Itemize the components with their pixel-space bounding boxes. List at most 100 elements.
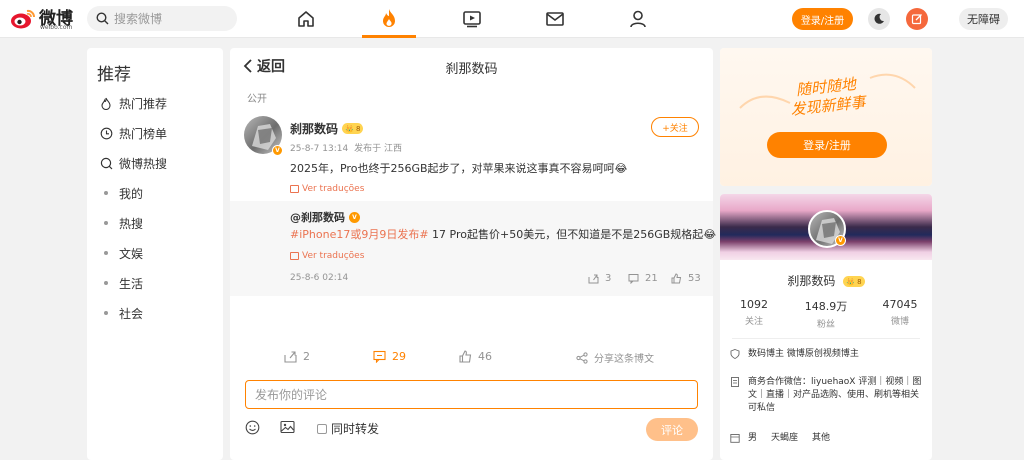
like-count: 46	[478, 350, 492, 363]
calendar-icon	[730, 433, 740, 443]
checkbox[interactable]	[317, 423, 327, 434]
hashtag-link[interactable]: #iPhone17或9月9日发布#	[290, 228, 429, 241]
stat-label: 粉丝	[816, 320, 835, 330]
image-upload-icon[interactable]	[280, 420, 295, 434]
logo-domain: weibo.com	[40, 24, 73, 31]
compose-edit-icon[interactable]	[906, 8, 928, 30]
repost-count: 2	[303, 350, 310, 363]
search-input[interactable]: 搜索微博	[87, 6, 237, 31]
gender: 男	[748, 433, 758, 443]
emoji-icon[interactable]	[245, 420, 260, 435]
stat-value: 47045	[882, 298, 918, 311]
also-repost-checkbox[interactable]: 同时转发	[317, 420, 379, 437]
weibo-logo[interactable]: 微博 weibo.com	[10, 6, 78, 32]
accessibility-button[interactable]: 无障碍	[959, 8, 1008, 30]
comment-count: 21	[645, 273, 658, 284]
top-navigation-bar: 微博 weibo.com 搜索微博 登录/注册 无障碍	[0, 0, 1024, 38]
sidebar-item-society[interactable]: 社会	[99, 303, 143, 323]
page-title: 刹那数码	[445, 62, 498, 77]
other-info-link[interactable]: 其他	[812, 432, 830, 445]
sidebar-item-label: 我的	[119, 186, 144, 201]
like-count: 53	[688, 273, 701, 284]
divider	[732, 338, 920, 339]
left-sidebar: 推荐 热门推荐 热门榜单 微博热搜 我的 热搜 文娱 生活 社会	[87, 48, 223, 460]
comment-input[interactable]: 发布你的评论	[245, 380, 698, 409]
bullet-dot	[104, 191, 108, 195]
weibo-count-stat[interactable]: 47045 微博	[870, 298, 930, 327]
personal-info: 男 天蝎座 其他	[730, 432, 830, 445]
vip-level: 8	[355, 124, 361, 133]
post-time[interactable]: 25-8-7 13:14	[290, 144, 348, 154]
document-icon	[730, 377, 740, 387]
sidebar-item-trending[interactable]: 热搜	[99, 213, 143, 233]
verified-badge-icon: V	[349, 211, 360, 223]
sidebar-item-label: 热搜	[119, 216, 144, 231]
repost-author-name: @刹那数码	[290, 211, 345, 224]
sidebar-item-label: 微博热搜	[119, 156, 168, 171]
repost-share-count[interactable]: 3	[588, 273, 611, 284]
business-text: 商务合作微信：liyuehaoX 评测｜视频｜图文｜直播｜对产品选购、使用、刷机…	[748, 377, 922, 413]
profile-icon[interactable]	[626, 7, 650, 31]
translate-link[interactable]: Ver traduções	[290, 184, 364, 194]
verification-text: 数码博主 微博原创视频博主	[748, 349, 859, 359]
reposted-content[interactable]: @刹那数码 V #iPhone17或9月9日发布# 17 Pro起售价+50美元…	[230, 201, 716, 296]
post-meta: 25-8-7 13:14 发布于 江西	[290, 141, 402, 154]
repost-like-count[interactable]: 53	[671, 273, 701, 284]
vip-level: 8	[857, 277, 862, 286]
vip-badge: 👑 8	[342, 123, 364, 134]
vip-badge: 👑 8	[843, 276, 865, 287]
repost-count: 3	[605, 273, 612, 284]
flame-icon	[99, 96, 113, 110]
repost-button[interactable]: 2	[284, 350, 310, 363]
repost-author[interactable]: @刹那数码 V	[290, 209, 360, 225]
bullet-dot	[104, 311, 108, 315]
weibo-eye-icon	[11, 9, 36, 29]
sidebar-item-mine[interactable]: 我的	[99, 183, 143, 203]
business-info: 商务合作微信：liyuehaoX 评测｜视频｜图文｜直播｜对产品选购、使用、刷机…	[730, 376, 922, 415]
followers-stat[interactable]: 148.9万 粉丝	[796, 298, 856, 330]
bullet-dot	[104, 251, 108, 255]
home-icon[interactable]	[294, 7, 318, 31]
stat-label: 关注	[744, 317, 763, 327]
following-stat[interactable]: 1092 关注	[724, 298, 784, 327]
translate-label: Ver traduções	[302, 184, 365, 194]
search-icon	[96, 12, 109, 25]
sidebar-item-label: 热门榜单	[119, 126, 168, 141]
repost-translate-link[interactable]: Ver traduções	[290, 251, 364, 261]
share-nodes-icon	[576, 351, 588, 364]
like-button[interactable]: 46	[459, 350, 492, 363]
sidebar-item-entertainment[interactable]: 文娱	[99, 243, 143, 263]
sidebar-item-label: 生活	[119, 276, 144, 291]
sidebar-item-label: 社会	[119, 306, 144, 321]
submit-comment-button[interactable]: 评论	[646, 418, 698, 441]
verified-badge-icon: V	[835, 235, 846, 246]
follow-button[interactable]: +关注	[651, 117, 699, 137]
verification-info: 数码博主 微博原创视频博主	[730, 348, 859, 361]
comment-icon	[628, 273, 639, 284]
repost-time[interactable]: 25-8-6 02:14	[290, 273, 348, 283]
repost-text: #iPhone17或9月9日发布# 17 Pro起售价+50美元，但不知道是不是…	[290, 226, 716, 242]
message-icon[interactable]	[543, 7, 567, 31]
sidebar-item-hot-list[interactable]: 热门榜单	[99, 123, 167, 143]
repost-comment-count[interactable]: 21	[628, 273, 658, 284]
search-icon	[99, 156, 113, 170]
sidebar-item-label: 文娱	[119, 246, 144, 261]
hot-flame-icon[interactable]	[377, 7, 401, 31]
author-name[interactable]: 刹那数码	[290, 120, 338, 137]
profile-name[interactable]: 刹那数码	[787, 274, 835, 288]
sidebar-item-life[interactable]: 生活	[99, 273, 143, 293]
promo-background-illustration	[720, 48, 932, 186]
dark-mode-moon-icon[interactable]	[868, 8, 890, 30]
video-icon[interactable]	[460, 7, 484, 31]
sidebar-item-hot-search[interactable]: 微博热搜	[99, 153, 167, 173]
comment-icon	[373, 350, 386, 363]
promo-login-button[interactable]: 登录/注册	[767, 132, 887, 158]
share-icon	[284, 350, 297, 363]
post-text: 2025年，Pro也终于256GB起步了，对苹果来说这事真不容易呵呵😂	[290, 162, 628, 175]
sidebar-item-hot-recommend[interactable]: 热门推荐	[99, 93, 167, 113]
login-register-button[interactable]: 登录/注册	[792, 8, 853, 30]
active-tab-indicator	[362, 35, 416, 38]
comment-button[interactable]: 29	[373, 350, 406, 363]
share-button[interactable]: 分享这条博文	[576, 350, 654, 365]
post-location: 发布于 江西	[354, 144, 402, 154]
